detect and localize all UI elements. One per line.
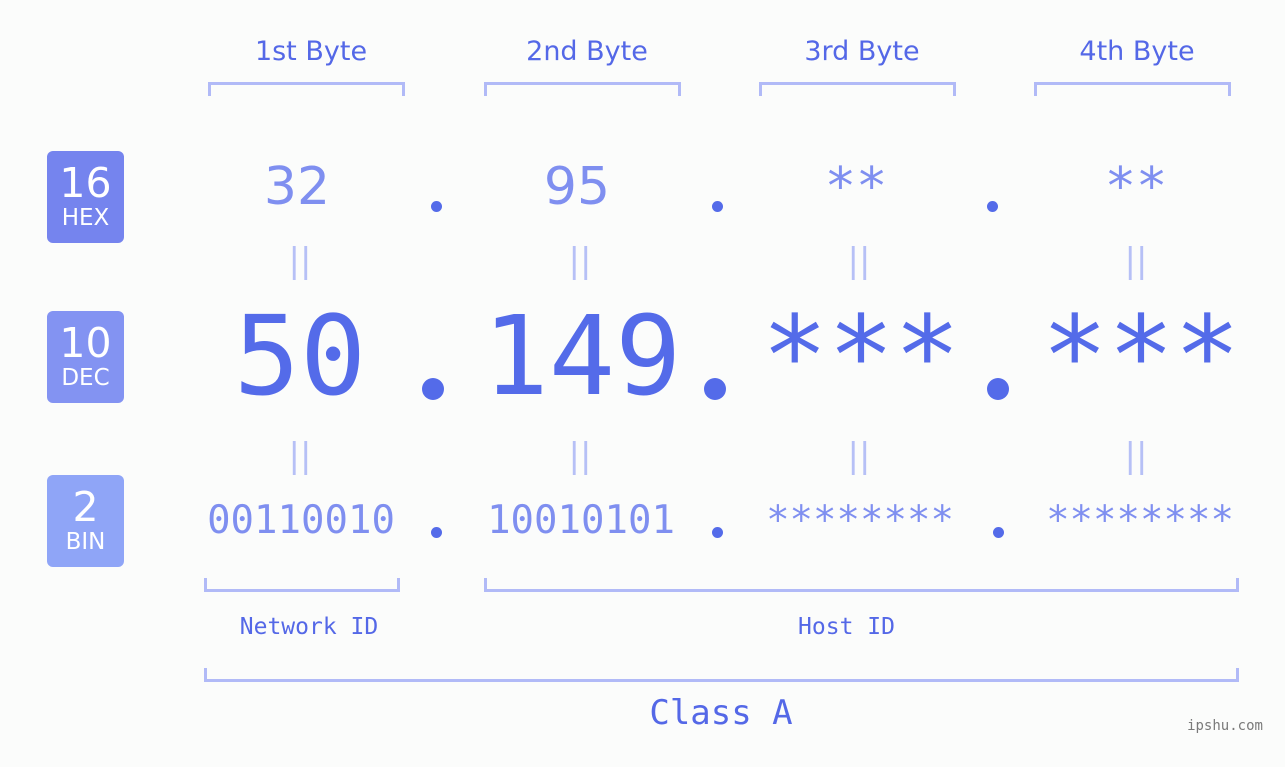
equals-hex-dec-1: || <box>288 241 312 281</box>
class-bracket <box>204 668 1239 682</box>
dec-dot-2 <box>704 378 726 400</box>
hex-dot-3 <box>987 201 998 212</box>
host-id-bracket <box>484 578 1239 592</box>
dec-byte-3: *** <box>761 292 961 420</box>
dec-byte-2: 149 <box>482 292 682 420</box>
header-byte-4: 4th Byte <box>1079 36 1195 67</box>
host-id-label: Host ID <box>798 614 895 640</box>
equals-dec-bin-1: || <box>288 436 312 476</box>
equals-hex-dec-3: || <box>847 241 871 281</box>
hex-dot-1 <box>431 201 442 212</box>
bin-dot-3 <box>993 527 1004 538</box>
hex-byte-3: ** <box>824 157 888 217</box>
bracket-byte-1 <box>208 82 405 96</box>
badge-bin-number: 2 <box>72 483 99 531</box>
watermark: ipshu.com <box>1187 718 1263 734</box>
dec-dot-3 <box>987 378 1009 400</box>
bin-byte-3: ******** <box>766 498 954 543</box>
header-byte-1: 1st Byte <box>254 36 368 67</box>
header-byte-3: 3rd Byte <box>804 36 920 67</box>
network-id-bracket <box>204 578 400 592</box>
badge-bin: 2 BIN <box>47 475 124 567</box>
equals-dec-bin-3: || <box>847 436 871 476</box>
class-label: Class A <box>649 693 793 733</box>
dec-byte-1: 50 <box>233 292 367 420</box>
bracket-byte-4 <box>1034 82 1231 96</box>
badge-dec: 10 DEC <box>47 311 124 403</box>
hex-byte-4: ** <box>1104 157 1168 217</box>
badge-hex: 16 HEX <box>47 151 124 243</box>
badge-dec-label: DEC <box>61 365 110 391</box>
dec-byte-4: *** <box>1041 292 1241 420</box>
badge-dec-number: 10 <box>59 319 112 367</box>
hex-byte-1: 32 <box>263 157 331 217</box>
network-id-label: Network ID <box>239 614 379 640</box>
bracket-byte-2 <box>484 82 681 96</box>
equals-dec-bin-2: || <box>568 436 592 476</box>
bin-byte-1: 00110010 <box>207 498 395 543</box>
hex-dot-2 <box>712 201 723 212</box>
badge-bin-label: BIN <box>65 529 106 555</box>
bin-byte-4: ******** <box>1046 498 1234 543</box>
bin-dot-2 <box>712 527 723 538</box>
hex-byte-2: 95 <box>543 157 611 217</box>
equals-hex-dec-4: || <box>1124 241 1148 281</box>
bin-dot-1 <box>431 527 442 538</box>
dec-dot-1 <box>422 378 444 400</box>
equals-hex-dec-2: || <box>568 241 592 281</box>
badge-hex-label: HEX <box>61 205 110 231</box>
equals-dec-bin-4: || <box>1124 436 1148 476</box>
header-byte-2: 2nd Byte <box>526 36 648 67</box>
bin-byte-2: 10010101 <box>487 498 675 543</box>
badge-hex-number: 16 <box>59 159 112 207</box>
bracket-byte-3 <box>759 82 956 96</box>
